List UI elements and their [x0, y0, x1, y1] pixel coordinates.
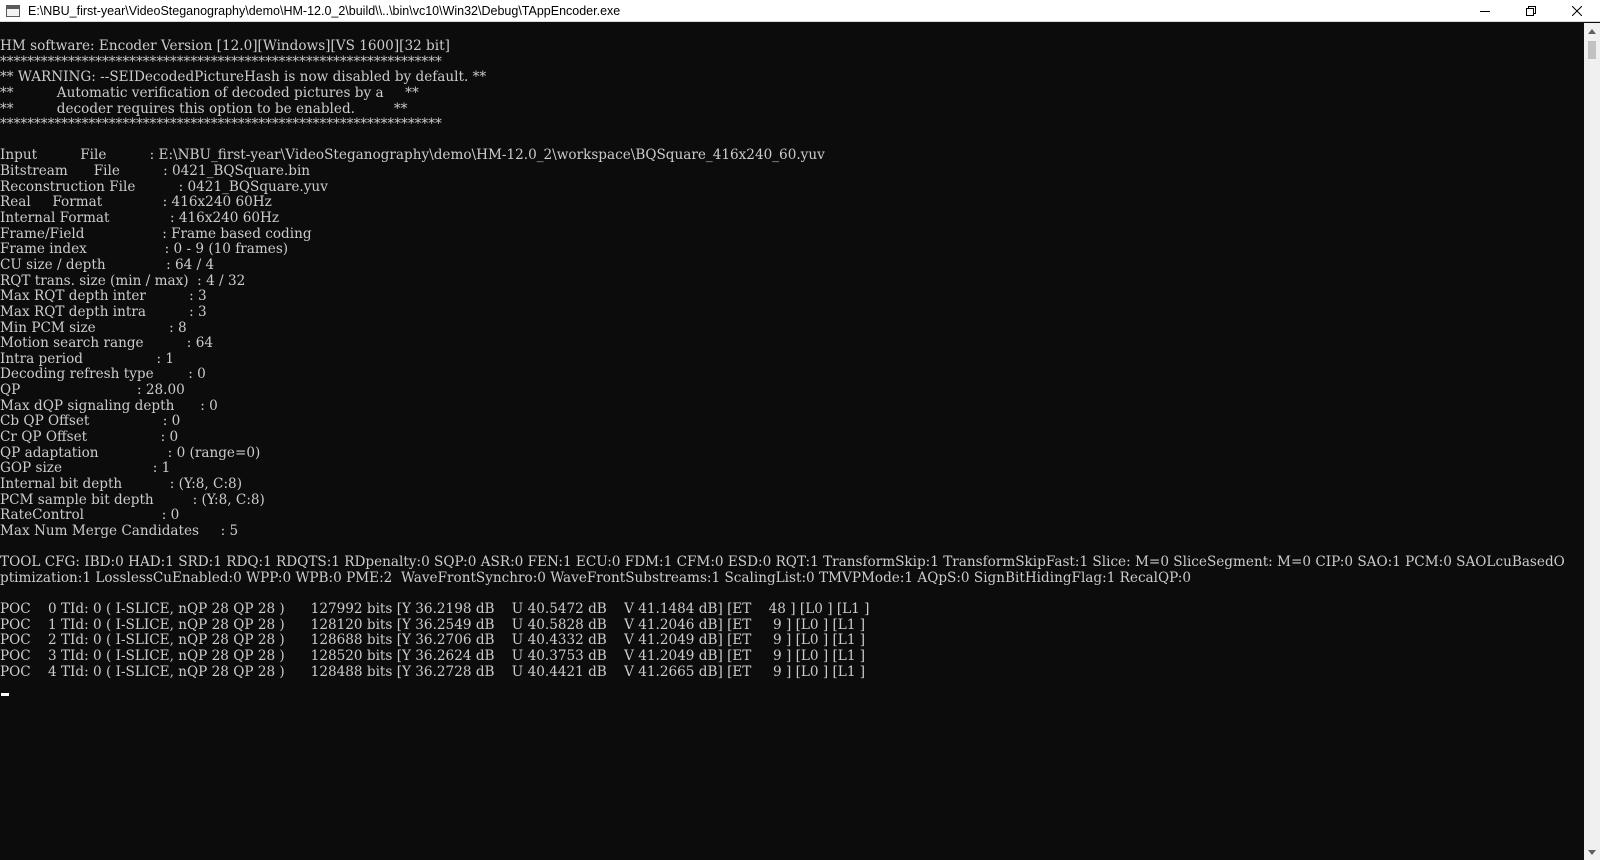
console-line: Frame index : 0 - 9 (10 frames): [0, 241, 289, 258]
console-icon[interactable]: [6, 4, 20, 17]
console-line: GOP size : 1: [0, 460, 171, 477]
console-line: Max RQT depth intra : 3: [0, 303, 207, 320]
console-line: Real Format : 416x240 60Hz: [0, 194, 272, 211]
console-line: Cb QP Offset : 0: [0, 413, 181, 430]
console-line: RQT trans. size (min / max) : 4 / 32: [0, 272, 246, 289]
console-line: Intra period : 1: [0, 350, 174, 367]
scroll-up-button[interactable]: [1584, 23, 1600, 39]
console-line: ****************************************…: [0, 53, 442, 70]
scrollbar-thumb[interactable]: [1588, 41, 1596, 59]
console-line: ** WARNING: --SEIDecodedPictureHash is n…: [0, 69, 487, 86]
vertical-scrollbar[interactable]: [1584, 23, 1600, 860]
console-line: RateControl : 0: [0, 507, 180, 524]
close-button[interactable]: [1554, 0, 1600, 22]
console-window: E:\NBU_first-year\VideoSteganography\dem…: [0, 0, 1600, 860]
console-line: ****************************************…: [0, 116, 442, 133]
console-line: Min PCM size : 8: [0, 319, 187, 336]
console-line: POC 0 TId: 0 ( I-SLICE, nQP 28 QP 28 ) 1…: [0, 601, 870, 618]
text-cursor: [1, 693, 9, 696]
console-line: Input File : E:\NBU_first-year\VideoSteg…: [0, 147, 825, 164]
console-line: Max Num Merge Candidates : 5: [0, 522, 239, 539]
console-line: ** Automatic verification of decoded pic…: [0, 84, 419, 101]
console-line: TOOL CFG: IBD:0 HAD:1 SRD:1 RDQ:1 RDQTS:…: [0, 554, 1565, 571]
arrow-up-icon: [1588, 28, 1596, 34]
console-line: CU size / depth : 64 / 4: [0, 256, 215, 273]
console-line: ** decoder requires this option to be en…: [0, 100, 408, 117]
minimize-icon: [1480, 11, 1490, 12]
console-line: Max RQT depth inter : 3: [0, 288, 207, 305]
console-line: HM software: Encoder Version [12.0][Wind…: [0, 38, 450, 54]
minimize-button[interactable]: [1462, 0, 1508, 22]
console-line: PCM sample bit depth : (Y:8, C:8): [0, 491, 265, 508]
title-bar[interactable]: E:\NBU_first-year\VideoSteganography\dem…: [0, 0, 1600, 22]
console-line: Decoding refresh type : 0: [0, 366, 206, 383]
arrow-down-icon: [1588, 849, 1596, 855]
restore-icon: [1526, 6, 1536, 16]
console-line: Motion search range : 64: [0, 335, 213, 352]
scroll-down-button[interactable]: [1584, 844, 1600, 860]
console-line: QP adaptation : 0 (range=0): [0, 444, 261, 461]
console-line: ptimization:1 LosslessCuEnabled:0 WPP:0 …: [0, 569, 1192, 586]
console-line: Max dQP signaling depth : 0: [0, 397, 218, 414]
window-title: E:\NBU_first-year\VideoSteganography\dem…: [28, 3, 621, 18]
close-icon: [1572, 6, 1582, 16]
console-lines: HM software: Encoder Version [12.0][Wind…: [0, 38, 1565, 680]
console-line: POC 1 TId: 0 ( I-SLICE, nQP 28 QP 28 ) 1…: [0, 616, 866, 633]
console-line: POC 4 TId: 0 ( I-SLICE, nQP 28 QP 28 ) 1…: [0, 663, 866, 680]
console-line: QP : 28.00: [0, 382, 185, 399]
console-line: Cr QP Offset : 0: [0, 429, 179, 446]
console-line: POC 2 TId: 0 ( I-SLICE, nQP 28 QP 28 ) 1…: [0, 632, 866, 649]
window-controls: [1462, 0, 1600, 22]
console-output[interactable]: HM software: Encoder Version [12.0][Wind…: [0, 23, 1584, 860]
console-line: Bitstream File : 0421_BQSquare.bin: [0, 163, 311, 180]
console-line: Frame/Field : Frame based coding: [0, 225, 312, 242]
console-line: Internal Format : 416x240 60Hz: [0, 210, 280, 227]
console-line: Reconstruction File : 0421_BQSquare.yuv: [0, 178, 328, 195]
console-line: Internal bit depth : (Y:8, C:8): [0, 475, 242, 492]
console-line: POC 3 TId: 0 ( I-SLICE, nQP 28 QP 28 ) 1…: [0, 647, 866, 664]
restore-button[interactable]: [1508, 0, 1554, 22]
